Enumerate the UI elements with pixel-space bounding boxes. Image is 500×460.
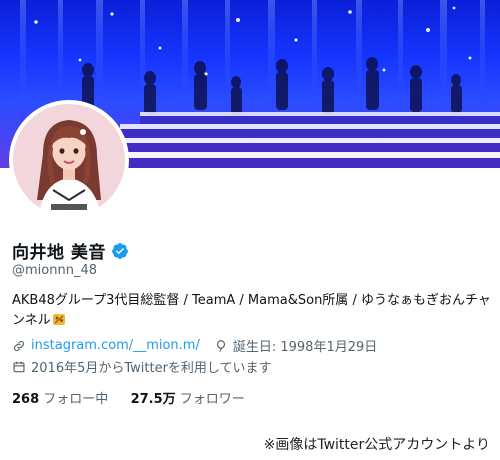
followers-count: 27.5万 bbox=[130, 392, 176, 407]
birthday-balloon-icon bbox=[216, 339, 225, 352]
verified-badge-icon[interactable] bbox=[111, 242, 129, 260]
calendar-icon bbox=[13, 361, 25, 372]
display-name: 向井地 美音 bbox=[12, 243, 106, 263]
bio-text: AKB48グループ3代目総監督 / TeamA / Mama&Son所属 / ゆ… bbox=[12, 293, 491, 328]
bio: AKB48グループ3代目総監督 / TeamA / Mama&Son所属 / ゆ… bbox=[12, 291, 492, 331]
avatar-photo bbox=[13, 104, 125, 216]
followers-label: フォロワー bbox=[179, 392, 245, 407]
avatar[interactable] bbox=[9, 100, 129, 220]
followers-link[interactable]: 27.5万 フォロワー bbox=[131, 392, 245, 407]
handle: @mionnn_48 bbox=[12, 263, 97, 278]
following-label: フォロー中 bbox=[43, 392, 109, 407]
birthday-text: 誕生日: 1998年1月29日 bbox=[232, 340, 378, 355]
emoji-icon bbox=[52, 314, 65, 325]
joined-text: 2016年5月からTwitterを利用しています bbox=[31, 361, 272, 376]
name-row: 向井地 美音 bbox=[12, 238, 129, 263]
meta-row-link-birthday: instagram.com/__mion.m/ 誕生日: 1998年1月29日 bbox=[12, 336, 377, 355]
image-credit-caption: ※画像はTwitter公式アカウントより bbox=[263, 437, 490, 453]
profile-link[interactable]: instagram.com/__mion.m/ bbox=[31, 338, 200, 353]
following-link[interactable]: 268 フォロー中 bbox=[12, 392, 108, 407]
meta-row-joined: 2016年5月からTwitterを利用しています bbox=[12, 357, 272, 376]
follow-stats: 268 フォロー中 27.5万 フォロワー bbox=[12, 388, 245, 407]
link-icon bbox=[13, 340, 25, 351]
following-count: 268 bbox=[12, 392, 40, 407]
